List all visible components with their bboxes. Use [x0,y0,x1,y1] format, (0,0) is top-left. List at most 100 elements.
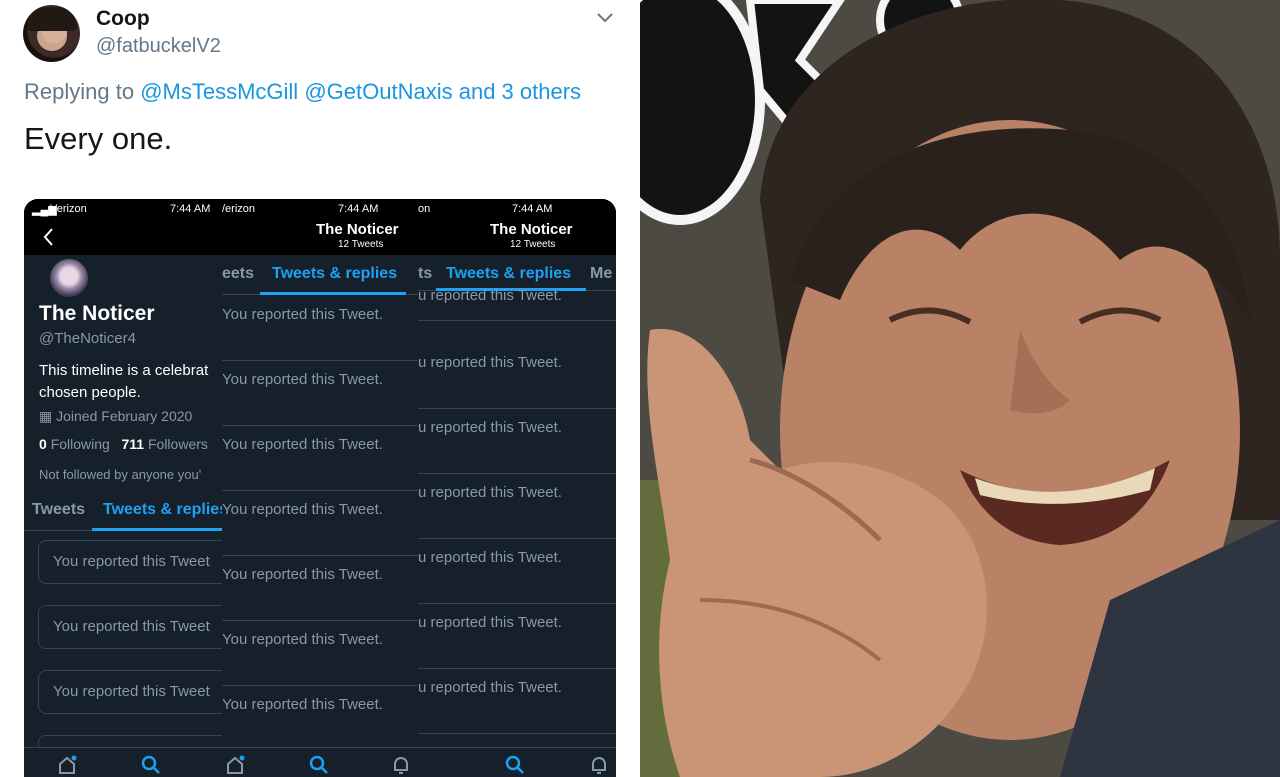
joined-text: Joined February 2020 [56,408,193,424]
home-icon[interactable] [56,754,78,776]
reported-card[interactable]: You reported this Tweet [38,605,222,649]
replying-prefix: Replying to [24,79,135,104]
profile-name: The Noticer [39,302,155,325]
bio-line: This timeline is a celebrat [39,362,209,379]
timeline-column: /erizon 7:44 AM The Noticer 12 Tweets ee… [222,199,418,777]
reported-text: u reported this Tweet. [418,614,562,631]
reported-text: You reported this Tweet [53,618,210,635]
header-title: The Noticer [490,221,573,238]
reported-card[interactable]: You reported this Tweet [38,670,222,714]
reported-row[interactable]: u reported this Tweet. [418,539,616,604]
reported-row[interactable]: u reported this Tweet. [418,409,616,474]
reported-row[interactable]: u reported this Tweet. [418,669,616,734]
nav-header: The Noticer 12 Tweets [222,219,418,255]
followed-by-note: Not followed by anyone you' [39,467,202,482]
following-count: 0 [39,436,47,452]
reported-text: You reported this Tweet [53,683,210,700]
chevron-down-icon[interactable] [596,8,614,26]
replying-to: Replying to @MsTessMcGill @GetOutNaxis a… [24,79,581,105]
search-icon[interactable] [308,754,330,776]
reported-text: You reported this Tweet. [222,631,383,648]
reported-row[interactable]: You reported this Tweet. [222,426,418,491]
profile-column: ▂▄▆ Verizon 7:44 AM The Noticer @TheNoti… [24,199,222,777]
profile-handle: @TheNoticer4 [39,330,136,347]
joined-date: ▦ Joined February 2020 [39,408,192,425]
tab-underline [260,292,406,295]
reported-text: u reported this Tweet. [418,354,562,371]
reported-text: You reported this Tweet. [222,371,383,388]
header-subtitle: 12 Tweets [338,239,384,250]
tab-tweets[interactable]: eets [222,265,254,283]
reported-text: You reported this Tweet [53,553,210,570]
timeline-tabs: eets Tweets & replies [222,255,418,295]
reported-text: You reported this Tweet. [222,306,383,323]
search-icon[interactable] [504,754,526,776]
mention-link[interactable]: @GetOutNaxis [304,79,452,104]
carrier: /erizon [222,203,256,215]
clock: 7:44 AM [512,203,553,215]
back-arrow-icon[interactable] [42,226,54,248]
reported-text: You reported this Tweet. [222,501,383,518]
nav-header: The Noticer 12 Tweets [418,219,616,255]
header-subtitle: 12 Tweets [510,239,556,250]
reported-text: u reported this Tweet. [418,679,562,696]
avatar[interactable] [23,5,80,62]
follow-stats[interactable]: 0 Following 711 Followers [39,436,208,452]
carrier: on [418,203,431,215]
reported-row[interactable]: You reported this Tweet. [222,296,418,361]
calendar-icon: ▦ [39,408,53,424]
reported-text: u reported this Tweet. [418,484,562,501]
reported-text: You reported this Tweet. [222,566,383,583]
status-bar: /erizon 7:44 AM [222,199,418,219]
profile-bio: This timeline is a celebrat chosen peopl… [39,360,208,404]
clock: 7:44 AM [338,203,379,215]
tab-replies[interactable]: Tweets & replies [103,501,222,519]
timeline-column: on 7:44 AM The Noticer 12 Tweets ts Twee… [418,199,616,777]
profile-tabs: Tweets Tweets & replies [24,491,222,531]
reported-row[interactable]: u reported this Tweet. [418,281,616,321]
reported-row[interactable]: You reported this Tweet. [222,686,418,751]
header-title: The Noticer [316,221,399,238]
avatar-hair [27,7,77,31]
carrier: Verizon [50,203,87,215]
bio-line: chosen people. [39,384,141,401]
reported-text: You reported this Tweet. [222,696,383,713]
reported-text: You reported this Tweet. [222,436,383,453]
search-icon[interactable] [140,754,162,776]
attached-image[interactable]: ▂▄▆ Verizon 7:44 AM The Noticer @TheNoti… [24,199,616,777]
clock: 7:44 AM [170,203,211,215]
display-name[interactable]: Coop [96,7,150,31]
bell-icon[interactable] [390,754,412,776]
photo-illustration [640,0,1280,777]
reported-text: u reported this Tweet. [418,287,562,304]
reported-text: u reported this Tweet. [418,549,562,566]
bottom-nav [24,747,222,777]
bottom-nav [418,747,616,777]
tab-underline [92,528,222,531]
bottom-nav [222,747,418,777]
profile-avatar[interactable] [48,257,90,299]
thumbs-up-photo[interactable] [640,0,1280,777]
tweet-card: Coop @fatbuckelV2 Replying to @MsTessMcG… [0,0,640,777]
reported-row[interactable]: You reported this Tweet. [222,361,418,426]
reported-row[interactable]: You reported this Tweet. [222,621,418,686]
mention-link[interactable]: @MsTessMcGill [140,79,298,104]
status-bar: ▂▄▆ Verizon 7:44 AM [24,199,222,219]
reported-row[interactable]: u reported this Tweet. [418,344,616,409]
tab-replies[interactable]: Tweets & replies [272,265,397,283]
reported-row[interactable]: You reported this Tweet. [222,556,418,621]
home-icon[interactable] [224,754,246,776]
status-bar: on 7:44 AM [418,199,616,219]
reported-row[interactable]: You reported this Tweet. [222,491,418,556]
bell-icon[interactable] [588,754,610,776]
tweet-text: Every one. [24,121,173,156]
user-handle[interactable]: @fatbuckelV2 [96,35,221,58]
reported-row[interactable]: u reported this Tweet. [418,604,616,669]
reported-card[interactable]: You reported this Tweet [38,540,222,584]
tab-tweets[interactable]: Tweets [32,501,85,519]
followers-label: Followers [147,436,208,452]
reported-row[interactable]: u reported this Tweet. [418,474,616,539]
others-link[interactable]: and 3 others [459,79,581,104]
reported-text: u reported this Tweet. [418,419,562,436]
followers-count: 711 [121,436,145,452]
